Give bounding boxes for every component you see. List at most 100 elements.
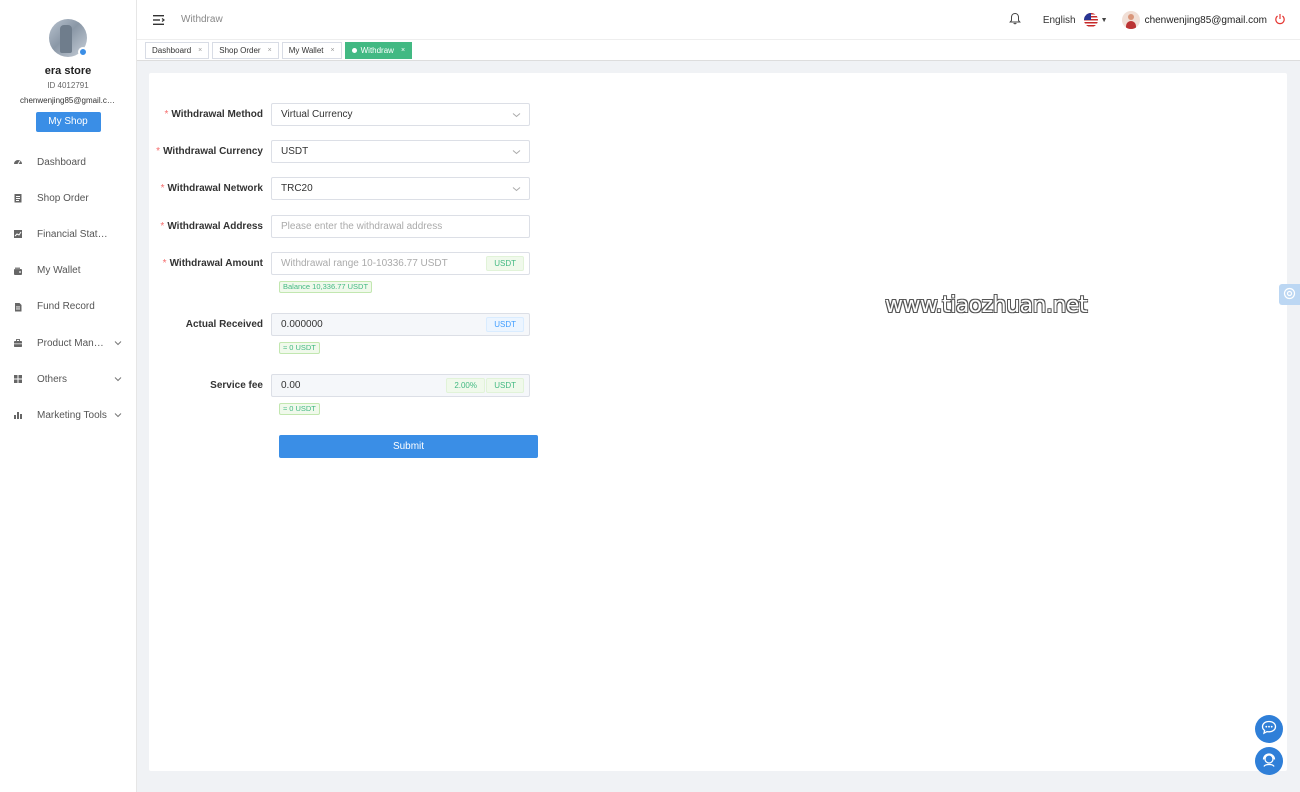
field-value: 0.000000 xyxy=(281,319,323,330)
currency-label: * Withdrawal Currency xyxy=(156,146,263,157)
support-agent-icon xyxy=(1261,752,1277,771)
sidebar-item-others[interactable]: Others xyxy=(0,361,136,397)
clipboard-icon xyxy=(13,193,23,203)
received-label: Actual Received xyxy=(185,319,263,330)
store-name: era store xyxy=(44,65,92,77)
avatar[interactable] xyxy=(1121,11,1140,29)
bar-chart-icon xyxy=(13,410,23,420)
service-fee-field: 0.00 2.00% USDT xyxy=(271,374,530,397)
method-label: * Withdrawal Method xyxy=(164,109,263,120)
tab-shop-order[interactable]: Shop Order × xyxy=(212,41,279,59)
sidebar-item-my-wallet[interactable]: My Wallet xyxy=(0,253,136,289)
form-row-fee: Service fee 0.00 2.00% USDT xyxy=(149,374,530,397)
sidebar-item-label: My Wallet xyxy=(37,265,81,277)
language-selector[interactable]: English xyxy=(1043,15,1076,26)
withdrawal-address-input[interactable]: Please enter the withdrawal address xyxy=(271,215,530,238)
close-icon[interactable]: × xyxy=(401,47,405,54)
header-actions: English ▼ chenwenjing85@gmail.com xyxy=(1008,0,1286,40)
submit-button[interactable]: Submit xyxy=(279,435,538,458)
chevron-down-icon xyxy=(512,184,521,195)
chevron-down-icon xyxy=(114,374,122,385)
sidebar-item-product-management[interactable]: Product Management xyxy=(0,325,136,361)
bell-icon[interactable] xyxy=(1008,12,1021,28)
chevron-down-icon xyxy=(114,338,122,349)
store-id: ID 4012791 xyxy=(47,81,89,90)
unit-tag: USDT xyxy=(486,256,524,271)
sidebar-item-dashboard[interactable]: Dashboard xyxy=(0,144,136,180)
user-email[interactable]: chenwenjing85@gmail.com xyxy=(1145,15,1267,26)
select-value: TRC20 xyxy=(281,183,313,194)
form-row-method: * Withdrawal Method Virtual Currency xyxy=(149,103,530,126)
withdraw-form-card: * Withdrawal Method Virtual Currency * Wit… xyxy=(149,73,1287,771)
settings-icon xyxy=(1283,287,1296,303)
menu-toggle-icon[interactable] xyxy=(153,14,165,26)
sidebar-item-label: Product Management xyxy=(37,337,109,349)
chat-bubble-icon xyxy=(1261,720,1277,738)
fee-approx-tag: ≈ 0 USDT xyxy=(279,403,320,415)
close-icon[interactable]: × xyxy=(268,47,272,54)
withdrawal-network-select[interactable]: TRC20 xyxy=(271,177,530,200)
unit-tag: USDT xyxy=(486,378,524,393)
sidebar-item-fund-record[interactable]: Fund Record xyxy=(0,289,136,325)
withdrawal-currency-select[interactable]: USDT xyxy=(271,140,530,163)
close-icon[interactable]: × xyxy=(331,47,335,54)
select-value: USDT xyxy=(281,146,309,157)
tab-label: My Wallet xyxy=(288,45,324,55)
profile-section: era store ID 4012791 chenwenjing85@gmail… xyxy=(0,0,136,132)
select-value: Virtual Currency xyxy=(281,109,353,120)
caret-down-icon[interactable]: ▼ xyxy=(1101,17,1108,24)
close-icon[interactable]: × xyxy=(198,47,202,54)
sidebar-item-financial-statements[interactable]: Financial Statements xyxy=(0,216,136,252)
received-approx-tag: ≈ 0 USDT xyxy=(279,342,320,354)
address-label: * Withdrawal Address xyxy=(160,221,263,232)
wallet-icon xyxy=(13,266,23,276)
chevron-down-icon xyxy=(114,410,122,421)
sidebar: era store ID 4012791 chenwenjing85@gmail… xyxy=(0,0,137,792)
withdrawal-method-select[interactable]: Virtual Currency xyxy=(271,103,530,126)
store-avatar[interactable] xyxy=(49,19,88,57)
top-header: Withdraw English ▼ chenwenjing85@gmail.c… xyxy=(137,0,1300,40)
document-icon xyxy=(13,302,23,312)
chevron-down-icon xyxy=(512,147,521,158)
sidebar-item-shop-order[interactable]: Shop Order xyxy=(0,180,136,216)
breadcrumb: Withdraw xyxy=(181,14,223,25)
tabs-bar: Dashboard × Shop Order × My Wallet × Withdr… xyxy=(137,40,1300,61)
dashboard-icon xyxy=(13,157,23,167)
briefcase-icon xyxy=(13,338,23,348)
field-value: 0.00 xyxy=(281,380,301,391)
actual-received-field: 0.000000 USDT xyxy=(271,313,530,336)
sidebar-item-marketing-tools[interactable]: Marketing Tools xyxy=(0,397,136,433)
side-float-button[interactable] xyxy=(1279,284,1300,305)
form-row-amount: * Withdrawal Amount Withdrawal range 10-1… xyxy=(149,252,530,275)
tab-dashboard[interactable]: Dashboard × xyxy=(145,41,210,59)
power-icon[interactable] xyxy=(1274,13,1286,28)
grid-icon xyxy=(13,374,23,384)
required-mark: * xyxy=(160,221,165,232)
tab-my-wallet[interactable]: My Wallet × xyxy=(281,41,342,59)
support-button[interactable] xyxy=(1255,747,1283,775)
tab-label: Withdraw xyxy=(360,45,394,55)
tab-withdraw[interactable]: Withdraw × xyxy=(344,41,413,59)
withdrawal-amount-input[interactable]: Withdrawal range 10-10336.77 USDT USDT xyxy=(271,252,530,275)
required-mark: * xyxy=(164,109,169,120)
sidebar-item-label: Dashboard xyxy=(37,156,86,168)
chart-icon xyxy=(13,229,23,239)
input-placeholder: Withdrawal range 10-10336.77 USDT xyxy=(281,258,448,269)
form-row-currency: * Withdrawal Currency USDT xyxy=(149,140,530,163)
tab-label: Shop Order xyxy=(219,45,261,55)
network-label: * Withdrawal Network xyxy=(160,183,263,194)
sidebar-item-label: Others xyxy=(37,373,68,385)
unit-tag: USDT xyxy=(486,317,524,332)
sidebar-item-label: Marketing Tools xyxy=(37,409,107,421)
required-mark: * xyxy=(162,258,167,269)
my-shop-button[interactable]: My Shop xyxy=(35,112,101,132)
us-flag-icon[interactable] xyxy=(1083,13,1098,27)
chat-button[interactable] xyxy=(1255,715,1283,743)
form-row-received: Actual Received 0.000000 USDT xyxy=(149,313,530,336)
store-email: chenwenjing85@gmail.com xyxy=(20,96,118,105)
form-row-network: * Withdrawal Network TRC20 xyxy=(149,177,530,200)
active-dot-icon xyxy=(351,47,357,53)
chevron-down-icon xyxy=(512,110,521,121)
fee-rate-tag: 2.00% xyxy=(446,378,485,393)
sidebar-item-label: Fund Record xyxy=(37,301,95,313)
